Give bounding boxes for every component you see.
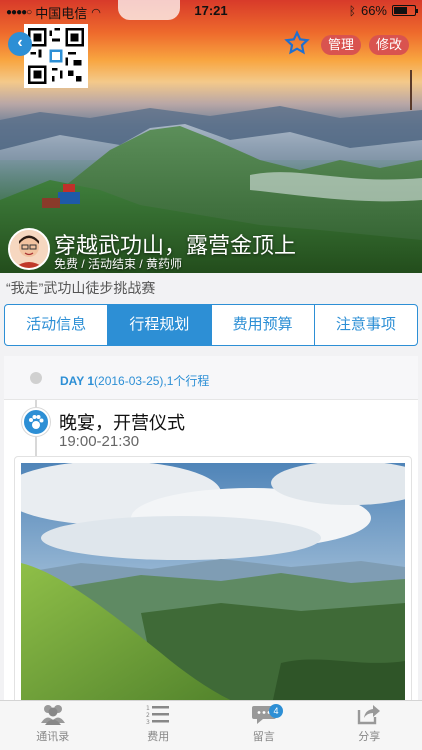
favorite-star-icon[interactable] xyxy=(284,30,310,56)
expenses-label: 费用 xyxy=(147,731,170,743)
mountain-photo xyxy=(21,463,405,700)
svg-text:3: 3 xyxy=(146,719,150,725)
share-icon xyxy=(358,705,381,725)
messages-tab[interactable]: 4 留言 xyxy=(211,701,317,750)
day-header: DAY 1(2016-03-25),1个行程 xyxy=(4,356,418,400)
svg-text:2: 2 xyxy=(146,712,150,719)
svg-text:1: 1 xyxy=(146,705,150,712)
event-meta: 免费 / 活动结束 / 黄药师 xyxy=(54,257,183,271)
organizer-avatar[interactable] xyxy=(8,228,50,270)
back-button[interactable]: ‹ xyxy=(8,32,32,56)
itinerary-panel: DAY 1(2016-03-25),1个行程 晚宴，开营仪式 19:00-21:… xyxy=(4,356,418,700)
tab-itinerary[interactable]: 行程规划 xyxy=(108,305,212,345)
status-bar: ●●●●○ 中国电信 ◠ 17:21 ᛒ 66% xyxy=(0,0,422,22)
messages-label: 留言 xyxy=(252,731,275,743)
messages-badge: 4 xyxy=(269,704,283,718)
day-label: DAY 1(2016-03-25),1个行程 xyxy=(60,372,209,389)
share-tab[interactable]: 分享 xyxy=(317,701,422,750)
qr-code-icon xyxy=(28,28,84,84)
qr-code[interactable] xyxy=(24,24,88,88)
itinerary-photo[interactable] xyxy=(14,456,412,700)
edit-button[interactable]: 修改 xyxy=(369,35,409,55)
list-icon: 1 2 3 xyxy=(146,705,170,725)
day-dot xyxy=(30,372,42,384)
day-detail: (2016-03-25),1个行程 xyxy=(94,374,210,388)
contacts-tab[interactable]: 通讯录 xyxy=(0,701,106,750)
event-subtitle: “我走”武功山徒步挑战赛 xyxy=(6,280,156,296)
bottom-tab-bar: 通讯录 1 2 3 费用 4 留言 分享 xyxy=(0,700,422,750)
battery-icon xyxy=(392,5,418,16)
bluetooth-icon: ᛒ xyxy=(348,3,356,18)
battery-percent: 66% xyxy=(360,3,387,18)
contacts-label: 通讯录 xyxy=(36,731,70,743)
expenses-tab[interactable]: 1 2 3 费用 xyxy=(106,701,212,750)
tab-activity-info[interactable]: 活动信息 xyxy=(5,305,109,345)
share-label: 分享 xyxy=(358,731,381,743)
itinerary-item-time: 19:00-21:30 xyxy=(59,433,140,450)
day-number: DAY 1 xyxy=(60,374,95,388)
tab-budget[interactable]: 费用预算 xyxy=(212,305,315,345)
contacts-icon xyxy=(40,705,65,725)
tab-bar: 活动信息 行程规划 费用预算 注意事项 xyxy=(4,304,418,346)
tab-notes[interactable]: 注意事项 xyxy=(315,305,417,345)
chevron-left-icon: ‹ xyxy=(17,34,23,51)
manage-button[interactable]: 管理 xyxy=(321,35,361,55)
paw-icon xyxy=(22,408,50,436)
itinerary-item-title[interactable]: 晚宴，开营仪式 xyxy=(59,409,185,435)
